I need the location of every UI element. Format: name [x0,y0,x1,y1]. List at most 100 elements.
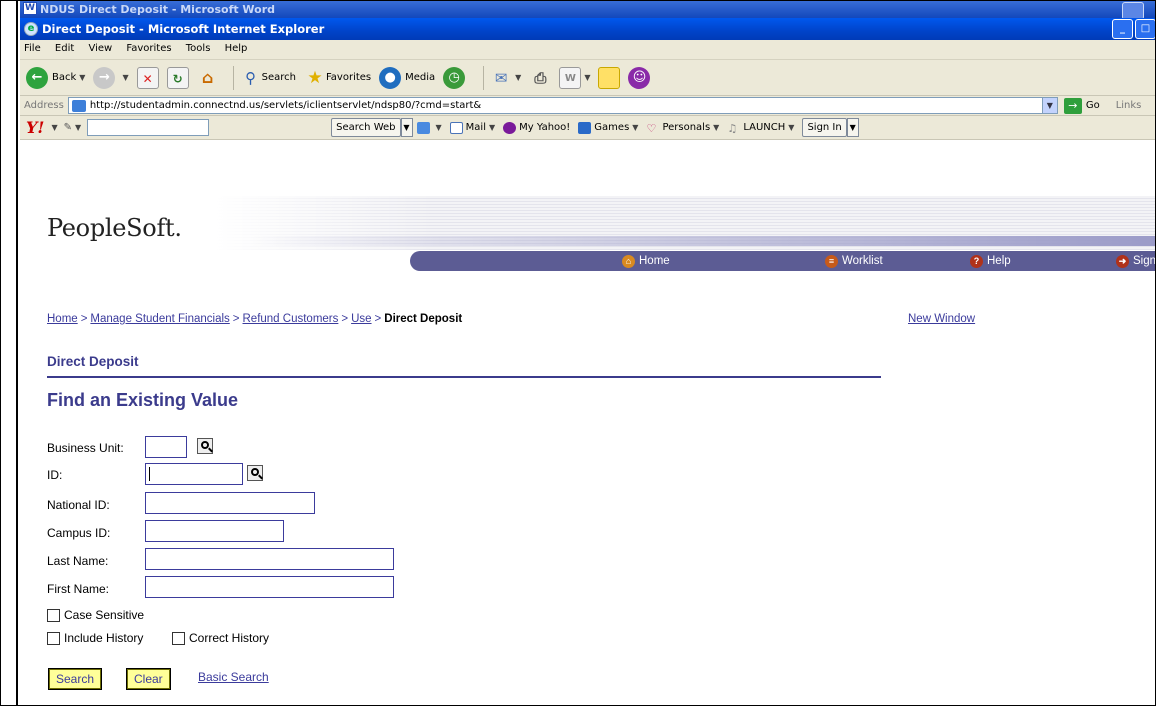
business-unit-lookup-button[interactable] [197,438,213,454]
refresh-icon: ↻ [166,66,189,89]
basic-search-link[interactable]: Basic Search [198,670,269,684]
highlight-button[interactable]: ▼ [416,121,442,134]
menu-view[interactable]: View [88,43,112,54]
clear-button[interactable]: Clear [126,668,171,690]
yahoo-mail-button[interactable]: Mail ▼ [449,121,495,134]
refresh-button[interactable]: ↻ [166,66,189,89]
new-window-link[interactable]: New Window [908,313,975,325]
breadcrumb-home[interactable]: Home [47,313,78,325]
breadcrumb-use[interactable]: Use [351,313,371,325]
nav-worklist[interactable]: ≡ Worklist [825,254,883,268]
header-stripe [250,236,1156,246]
sign-in-button[interactable]: Sign In [802,118,847,137]
address-input[interactable]: http://studentadmin.connectnd.us/servlet… [67,97,1058,114]
breadcrumb-separator: > [341,313,349,325]
my-yahoo-button[interactable]: My Yahoo! [503,121,571,134]
search-button[interactable]: ⚲ Search [240,67,296,89]
chevron-down-icon: ▼ [584,73,591,82]
discuss-button[interactable] [598,66,621,89]
first-name-label: First Name: [47,582,110,596]
last-name-input[interactable] [145,548,394,570]
menu-edit[interactable]: Edit [55,43,74,54]
search-web-button[interactable]: Search Web [331,118,401,137]
menu-file[interactable]: File [24,43,41,54]
search-label: Search [261,72,296,83]
menu-tools[interactable]: Tools [186,43,211,54]
include-history-checkbox[interactable] [47,632,60,645]
my-yahoo-label: My Yahoo! [519,122,571,133]
ie-window: e Direct Deposit - Microsoft Internet Ex… [20,18,1156,706]
yahoo-search-input[interactable] [87,119,210,136]
last-name-label: Last Name: [47,554,109,568]
search-button[interactable]: Search [47,668,103,690]
nav-home[interactable]: ⌂ Home [622,254,670,268]
business-unit-input[interactable] [145,436,187,458]
page-title: Direct Deposit [47,354,139,369]
favorites-button[interactable]: ★ Favorites [304,67,371,89]
links-button[interactable]: Links [1116,100,1142,111]
case-sensitive-label: Case Sensitive [64,608,145,622]
favorites-label: Favorites [325,72,372,83]
ps-header: PeopleSoft. ⌂ Home ≡ Worklist ? Help ➜ S… [20,196,1156,276]
chevron-down-icon[interactable]: ▼ [846,118,859,137]
chevron-down-icon: ▼ [713,123,720,132]
messenger-button[interactable]: ☺ [628,66,654,89]
chevron-down-icon[interactable]: ▼ [75,123,81,132]
launch-button[interactable]: ♫ LAUNCH ▼ [727,121,794,135]
home-icon: ⌂ [201,67,214,87]
home-button[interactable]: ⌂ [197,67,219,89]
text-cursor [149,467,150,481]
mail-button[interactable]: ✉ ▼ [490,67,521,89]
yahoo-logo-icon[interactable]: Y! [26,118,44,137]
breadcrumb: Home > Manage Student Financials > Refund Cu… [47,313,462,325]
word-icon: W [23,2,37,15]
media-icon: ● [379,66,402,89]
nav-help[interactable]: ? Help [970,254,1011,268]
forward-button[interactable]: → ▼ [93,66,129,89]
national-id-input[interactable] [145,492,315,514]
breadcrumb-manage-student-financials[interactable]: Manage Student Financials [90,313,229,325]
edit-button[interactable]: W ▼ [559,66,591,89]
minimize-button[interactable]: _ [1112,19,1133,39]
pencil-icon[interactable]: ✎ [64,122,72,133]
worklist-icon: ≡ [825,254,838,268]
back-button[interactable]: ← Back ▼ [26,66,85,89]
stop-icon: ✕ [136,66,159,89]
id-input[interactable] [145,463,243,485]
correct-history-checkbox[interactable] [172,632,185,645]
id-lookup-button[interactable] [247,465,263,481]
signout-icon: ➜ [1116,254,1129,268]
toolbar-separator [232,65,234,90]
chevron-down-icon: ▼ [515,73,522,82]
campus-id-input[interactable] [145,520,284,542]
stop-button[interactable]: ✕ [136,66,159,89]
yahoo-toolbar: Y! ▼ ✎ ▼ Search Web ▼ ▼ Mail ▼ My Yahoo! … [20,116,1156,140]
search-icon: ⚲ [245,68,257,87]
games-label: Games [594,122,630,133]
toolbar-separator [483,65,485,90]
chevron-down-icon[interactable]: ▼ [1041,98,1057,113]
media-label: Media [405,72,436,83]
mail-icon [449,121,463,134]
correct-history-label: Correct History [189,631,270,645]
history-button[interactable]: ◷ [443,66,469,89]
go-button[interactable]: → Go [1063,97,1100,114]
printer-icon: ⎙ [534,68,547,87]
breadcrumb-refund-customers[interactable]: Refund Customers [243,313,339,325]
maximize-button[interactable]: □ [1135,19,1156,39]
menu-favorites[interactable]: Favorites [126,43,171,54]
first-name-input[interactable] [145,576,394,598]
chevron-down-icon: ▼ [632,123,639,132]
launch-icon: ♫ [727,121,738,135]
case-sensitive-checkbox[interactable] [47,609,60,622]
media-button[interactable]: ● Media [379,66,436,89]
home-icon: ⌂ [622,254,635,268]
chevron-down-icon[interactable]: ▼ [51,123,57,132]
games-button[interactable]: Games ▼ [578,121,639,134]
chevron-down-icon[interactable]: ▼ [400,118,413,137]
nav-signout[interactable]: ➜ Sign [1116,254,1156,268]
menu-help[interactable]: Help [225,43,248,54]
find-existing-value-heading: Find an Existing Value [47,390,239,410]
personals-button[interactable]: ♡ Personals ▼ [646,122,720,135]
print-button[interactable]: ⎙ [529,67,551,89]
